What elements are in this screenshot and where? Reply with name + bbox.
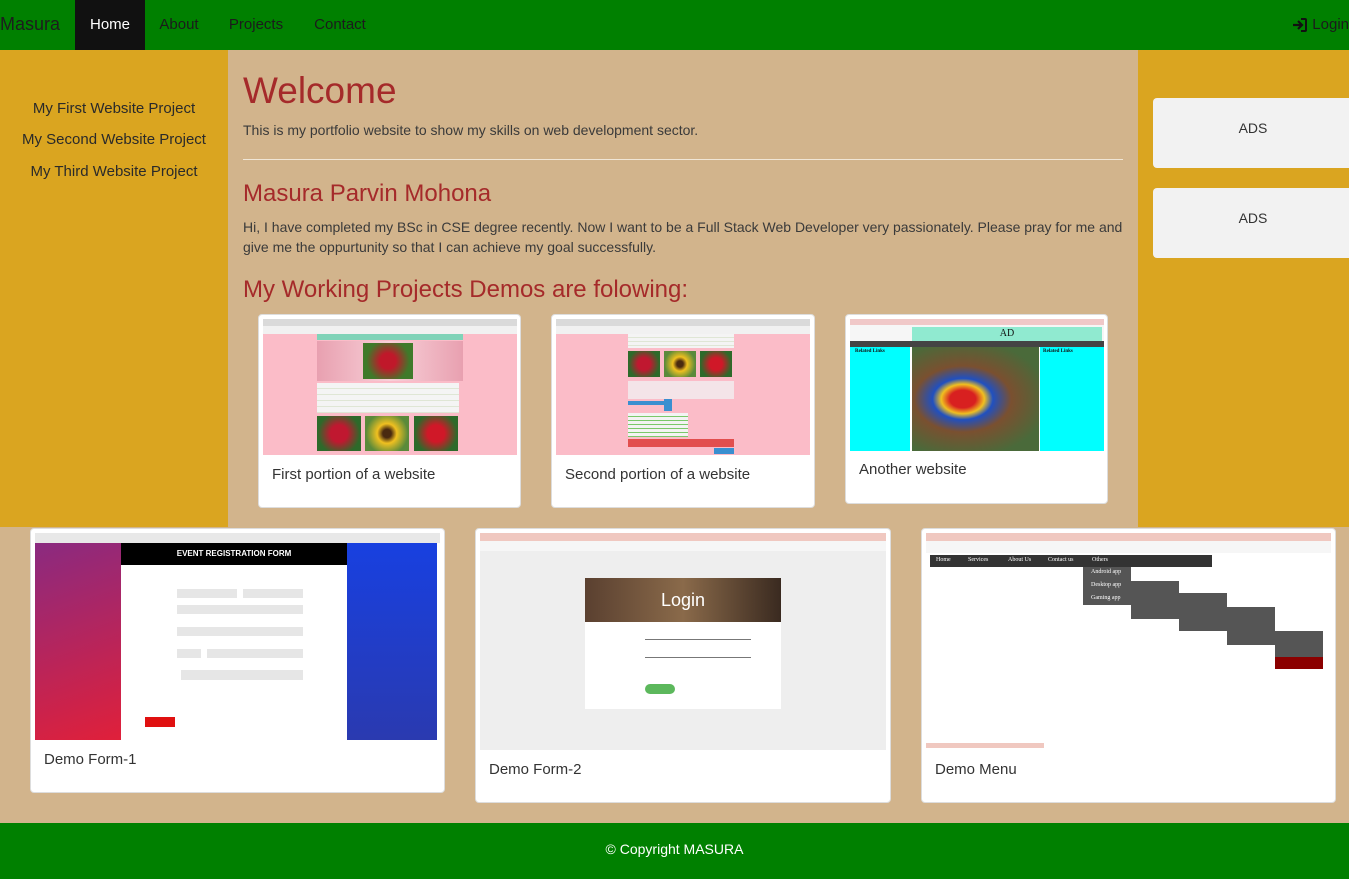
thumb-related-links: Related Links [1043, 349, 1073, 354]
left-sidebar: My First Website Project My Second Websi… [0, 50, 228, 527]
thumb-menu-item: Services [968, 557, 989, 563]
login-button[interactable]: Login [1292, 0, 1349, 50]
thumb-menu-item: Contact us [1048, 557, 1074, 563]
thumb-menu-item: Others [1092, 557, 1108, 563]
brand-logo[interactable]: Masura [0, 14, 60, 35]
page-title: Welcome [243, 70, 397, 111]
thumb-related-links: Related Links [855, 349, 885, 354]
ad-box[interactable]: ADS [1153, 98, 1349, 168]
project-thumbnail: EVENT REGISTRATION FORM [35, 533, 440, 740]
card-caption: Second portion of a website [565, 466, 751, 483]
nav-projects[interactable]: Projects [213, 0, 299, 50]
card-caption: Demo Form-2 [489, 761, 582, 778]
thumb-submenu-item: Desktop app [1091, 582, 1122, 588]
project-thumbnail: Login [480, 533, 886, 750]
project-thumbnail: AD Related Links Related Links [850, 319, 1104, 451]
nav-about[interactable]: About [145, 0, 213, 50]
project-card-another[interactable]: AD Related Links Related Links Another w… [845, 314, 1108, 504]
sidebar-link-first-project[interactable]: My First Website Project [0, 100, 228, 117]
sign-in-icon [1293, 18, 1308, 32]
thumb-submenu-item: Android app [1091, 569, 1122, 575]
project-thumbnail [263, 319, 517, 455]
card-caption: Another website [859, 461, 967, 478]
thumb-menu-item: About Us [1008, 557, 1032, 563]
sidebar-link-third-project[interactable]: My Third Website Project [0, 163, 228, 180]
ad-box[interactable]: ADS [1153, 188, 1349, 258]
project-thumbnail: Home Services About Us Contact us Others… [926, 533, 1331, 750]
project-card-demo-form-1[interactable]: EVENT REGISTRATION FORM Demo Form-1 [30, 528, 445, 793]
footer: © Copyright MASURA [0, 823, 1349, 879]
copyright-text: © Copyright MASURA [605, 841, 744, 857]
project-card-demo-menu[interactable]: Home Services About Us Contact us Others… [921, 528, 1336, 803]
demos-heading: My Working Projects Demos are folowing: [243, 276, 689, 303]
login-label: Login [1312, 16, 1349, 33]
top-navbar: Masura Home About Projects Contact Login [0, 0, 1349, 50]
intro-text: This is my portfolio website to show my … [243, 122, 699, 138]
nav-contact[interactable]: Contact [299, 0, 381, 50]
project-card-first[interactable]: First portion of a website [258, 314, 521, 508]
thumb-login-title: Login [585, 578, 781, 622]
right-sidebar: ADS ADS [1138, 50, 1349, 527]
nav-home[interactable]: Home [75, 0, 145, 50]
thumb-menu-item: Home [936, 557, 951, 563]
thumb-submenu-item: Gaming app [1091, 595, 1121, 601]
author-name: Masura Parvin Mohona [243, 180, 492, 207]
project-card-demo-form-2[interactable]: Login Demo Form-2 [475, 528, 891, 803]
sidebar-link-second-project[interactable]: My Second Website Project [0, 131, 228, 148]
bio-text: Hi, I have completed my BSc in CSE degre… [243, 219, 1123, 255]
card-caption: Demo Menu [935, 761, 1017, 778]
divider [243, 159, 1123, 160]
thumb-event-form-title: EVENT REGISTRATION FORM [121, 543, 347, 565]
thumb-ad-banner: AD [912, 327, 1102, 341]
project-thumbnail [556, 319, 810, 455]
card-caption: First portion of a website [272, 466, 436, 483]
card-caption: Demo Form-1 [44, 751, 137, 768]
project-card-second[interactable]: Second portion of a website [551, 314, 815, 508]
